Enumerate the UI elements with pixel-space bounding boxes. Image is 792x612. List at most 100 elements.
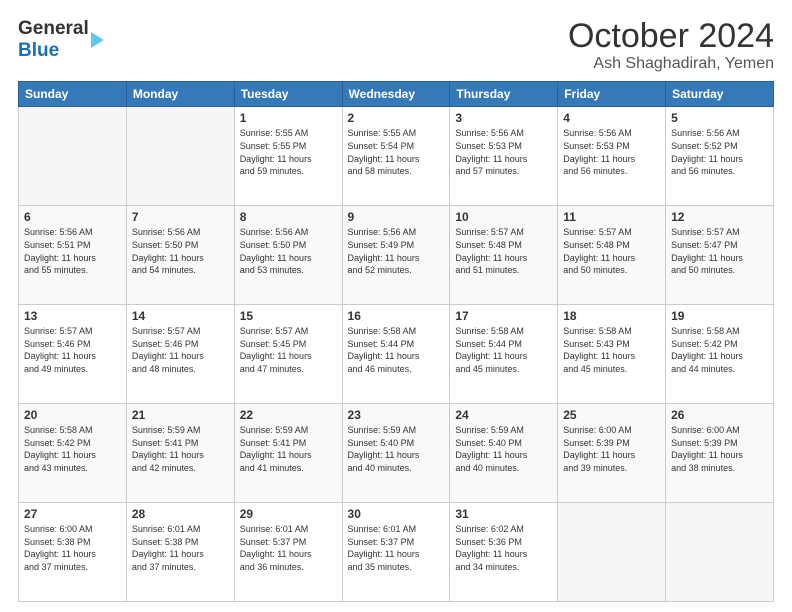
day-info: Sunrise: 5:59 AM Sunset: 5:41 PM Dayligh… <box>132 424 229 474</box>
day-info: Sunrise: 5:58 AM Sunset: 5:43 PM Dayligh… <box>563 325 660 375</box>
day-number: 13 <box>24 309 121 323</box>
calendar-cell: 25 Sunrise: 6:00 AM Sunset: 5:39 PM Dayli… <box>558 404 666 503</box>
calendar-cell: 7Sunrise: 5:56 AM Sunset: 5:50 PM Daylig… <box>126 206 234 305</box>
day-info: Sunrise: 5:58 AM Sunset: 5:44 PM Dayligh… <box>348 325 445 375</box>
day-number: 27 <box>24 507 121 521</box>
calendar-cell: 18 Sunrise: 5:58 AM Sunset: 5:43 PM Dayli… <box>558 305 666 404</box>
calendar-cell: 22Sunrise: 5:59 AM Sunset: 5:41 PM Dayli… <box>234 404 342 503</box>
logo-bottom: Blue <box>18 40 89 62</box>
day-info: Sunrise: 5:57 AM Sunset: 5:48 PM Dayligh… <box>563 226 660 276</box>
day-info: Sunrise: 6:02 AM Sunset: 5:36 PM Dayligh… <box>455 523 552 573</box>
col-saturday: Saturday <box>666 82 774 107</box>
day-info: Sunrise: 6:01 AM Sunset: 5:37 PM Dayligh… <box>348 523 445 573</box>
calendar-cell: 19 Sunrise: 5:58 AM Sunset: 5:42 PM Dayli… <box>666 305 774 404</box>
calendar-cell: 28Sunrise: 6:01 AM Sunset: 5:38 PM Dayli… <box>126 503 234 602</box>
day-number: 6 <box>24 210 121 224</box>
day-info: Sunrise: 5:57 AM Sunset: 5:45 PM Dayligh… <box>240 325 337 375</box>
calendar-week-row: 20 Sunrise: 5:58 AM Sunset: 5:42 PM Dayli… <box>19 404 774 503</box>
day-number: 21 <box>132 408 229 422</box>
day-info: Sunrise: 5:55 AM Sunset: 5:54 PM Dayligh… <box>348 127 445 177</box>
header: General Blue October 2024 Ash Shaghadira… <box>18 18 774 73</box>
day-info: Sunrise: 5:57 AM Sunset: 5:47 PM Dayligh… <box>671 226 768 276</box>
day-info: Sunrise: 5:56 AM Sunset: 5:51 PM Dayligh… <box>24 226 121 276</box>
day-info: Sunrise: 5:57 AM Sunset: 5:48 PM Dayligh… <box>455 226 552 276</box>
calendar-cell: 31 Sunrise: 6:02 AM Sunset: 5:36 PM Dayli… <box>450 503 558 602</box>
col-monday: Monday <box>126 82 234 107</box>
calendar-cell: 29Sunrise: 6:01 AM Sunset: 5:37 PM Dayli… <box>234 503 342 602</box>
day-info: Sunrise: 5:55 AM Sunset: 5:55 PM Dayligh… <box>240 127 337 177</box>
day-number: 10 <box>455 210 552 224</box>
calendar-cell: 15 Sunrise: 5:57 AM Sunset: 5:45 PM Dayli… <box>234 305 342 404</box>
day-info: Sunrise: 5:56 AM Sunset: 5:52 PM Dayligh… <box>671 127 768 177</box>
calendar-cell: 9Sunrise: 5:56 AM Sunset: 5:49 PM Daylig… <box>342 206 450 305</box>
calendar-cell <box>558 503 666 602</box>
col-sunday: Sunday <box>19 82 127 107</box>
calendar-cell: 14 Sunrise: 5:57 AM Sunset: 5:46 PM Dayli… <box>126 305 234 404</box>
calendar-cell: 8 Sunrise: 5:56 AM Sunset: 5:50 PM Daylig… <box>234 206 342 305</box>
logo-top: General <box>18 18 89 40</box>
day-info: Sunrise: 6:00 AM Sunset: 5:39 PM Dayligh… <box>563 424 660 474</box>
calendar-week-row: 1Sunrise: 5:55 AM Sunset: 5:55 PM Daylig… <box>19 107 774 206</box>
logo: General Blue <box>18 18 104 62</box>
day-number: 23 <box>348 408 445 422</box>
calendar-week-row: 13 Sunrise: 5:57 AM Sunset: 5:46 PM Dayli… <box>19 305 774 404</box>
day-info: Sunrise: 5:59 AM Sunset: 5:40 PM Dayligh… <box>348 424 445 474</box>
day-number: 18 <box>563 309 660 323</box>
calendar-cell <box>126 107 234 206</box>
calendar-cell: 24Sunrise: 5:59 AM Sunset: 5:40 PM Dayli… <box>450 404 558 503</box>
col-thursday: Thursday <box>450 82 558 107</box>
day-number: 12 <box>671 210 768 224</box>
day-number: 29 <box>240 507 337 521</box>
calendar-table: Sunday Monday Tuesday Wednesday Thursday… <box>18 81 774 602</box>
day-info: Sunrise: 6:01 AM Sunset: 5:38 PM Dayligh… <box>132 523 229 573</box>
day-info: Sunrise: 5:58 AM Sunset: 5:42 PM Dayligh… <box>24 424 121 474</box>
day-number: 30 <box>348 507 445 521</box>
calendar-cell: 20 Sunrise: 5:58 AM Sunset: 5:42 PM Dayli… <box>19 404 127 503</box>
day-number: 5 <box>671 111 768 125</box>
calendar-cell: 26 Sunrise: 6:00 AM Sunset: 5:39 PM Dayli… <box>666 404 774 503</box>
day-info: Sunrise: 5:56 AM Sunset: 5:50 PM Dayligh… <box>240 226 337 276</box>
calendar-cell: 16Sunrise: 5:58 AM Sunset: 5:44 PM Dayli… <box>342 305 450 404</box>
day-info: Sunrise: 6:00 AM Sunset: 5:39 PM Dayligh… <box>671 424 768 474</box>
day-number: 20 <box>24 408 121 422</box>
calendar-cell: 5 Sunrise: 5:56 AM Sunset: 5:52 PM Daylig… <box>666 107 774 206</box>
page: General Blue October 2024 Ash Shaghadira… <box>0 0 792 612</box>
calendar-header-row: Sunday Monday Tuesday Wednesday Thursday… <box>19 82 774 107</box>
day-number: 26 <box>671 408 768 422</box>
title-block: October 2024 Ash Shaghadirah, Yemen <box>568 18 774 73</box>
calendar-cell: 27Sunrise: 6:00 AM Sunset: 5:38 PM Dayli… <box>19 503 127 602</box>
day-info: Sunrise: 5:59 AM Sunset: 5:41 PM Dayligh… <box>240 424 337 474</box>
day-info: Sunrise: 5:56 AM Sunset: 5:49 PM Dayligh… <box>348 226 445 276</box>
day-number: 25 <box>563 408 660 422</box>
day-info: Sunrise: 5:56 AM Sunset: 5:53 PM Dayligh… <box>563 127 660 177</box>
day-number: 31 <box>455 507 552 521</box>
day-number: 14 <box>132 309 229 323</box>
calendar-cell: 1Sunrise: 5:55 AM Sunset: 5:55 PM Daylig… <box>234 107 342 206</box>
calendar-cell: 11 Sunrise: 5:57 AM Sunset: 5:48 PM Dayli… <box>558 206 666 305</box>
logo-arrow-icon <box>91 32 104 48</box>
calendar-cell: 6 Sunrise: 5:56 AM Sunset: 5:51 PM Daylig… <box>19 206 127 305</box>
day-number: 7 <box>132 210 229 224</box>
day-number: 8 <box>240 210 337 224</box>
col-wednesday: Wednesday <box>342 82 450 107</box>
day-number: 15 <box>240 309 337 323</box>
calendar-cell: 4Sunrise: 5:56 AM Sunset: 5:53 PM Daylig… <box>558 107 666 206</box>
day-number: 17 <box>455 309 552 323</box>
calendar-week-row: 27Sunrise: 6:00 AM Sunset: 5:38 PM Dayli… <box>19 503 774 602</box>
day-number: 11 <box>563 210 660 224</box>
day-info: Sunrise: 5:58 AM Sunset: 5:44 PM Dayligh… <box>455 325 552 375</box>
calendar-cell: 13 Sunrise: 5:57 AM Sunset: 5:46 PM Dayli… <box>19 305 127 404</box>
day-number: 2 <box>348 111 445 125</box>
calendar-subtitle: Ash Shaghadirah, Yemen <box>568 55 774 73</box>
calendar-cell: 3Sunrise: 5:56 AM Sunset: 5:53 PM Daylig… <box>450 107 558 206</box>
day-info: Sunrise: 5:59 AM Sunset: 5:40 PM Dayligh… <box>455 424 552 474</box>
calendar-cell: 23 Sunrise: 5:59 AM Sunset: 5:40 PM Dayli… <box>342 404 450 503</box>
day-number: 19 <box>671 309 768 323</box>
col-tuesday: Tuesday <box>234 82 342 107</box>
calendar-cell: 30 Sunrise: 6:01 AM Sunset: 5:37 PM Dayli… <box>342 503 450 602</box>
day-info: Sunrise: 5:56 AM Sunset: 5:53 PM Dayligh… <box>455 127 552 177</box>
calendar-cell: 2 Sunrise: 5:55 AM Sunset: 5:54 PM Daylig… <box>342 107 450 206</box>
day-info: Sunrise: 5:58 AM Sunset: 5:42 PM Dayligh… <box>671 325 768 375</box>
day-info: Sunrise: 5:57 AM Sunset: 5:46 PM Dayligh… <box>24 325 121 375</box>
day-info: Sunrise: 5:57 AM Sunset: 5:46 PM Dayligh… <box>132 325 229 375</box>
